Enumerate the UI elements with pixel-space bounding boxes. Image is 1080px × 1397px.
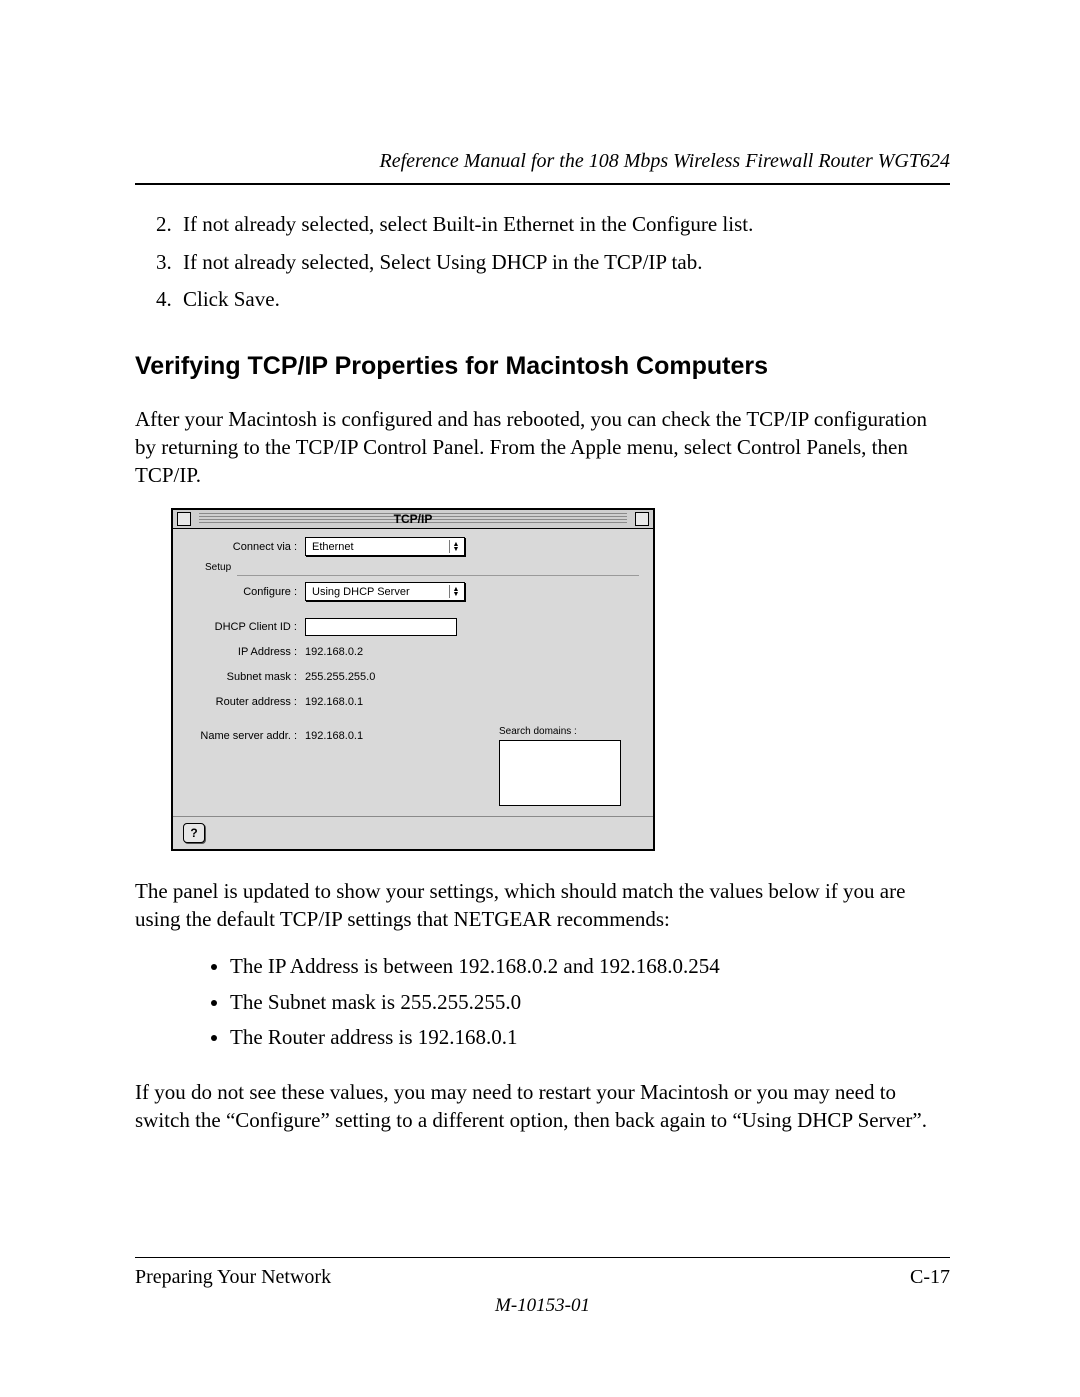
row-router-address: Router address : 192.168.0.1 (187, 692, 639, 712)
step-item: If not already selected, Select Using DH… (177, 247, 950, 279)
close-icon[interactable] (177, 512, 191, 526)
connect-via-select[interactable]: Ethernet ▲▼ (305, 537, 465, 556)
row-connect-via: Connect via : Ethernet ▲▼ (187, 537, 639, 557)
page-footer: Preparing Your Network C-17 M-10153-01 (135, 1257, 950, 1317)
configure-select[interactable]: Using DHCP Server ▲▼ (305, 582, 465, 601)
running-header: Reference Manual for the 108 Mbps Wirele… (135, 150, 950, 179)
titlebar-stripes (199, 513, 627, 525)
header-rule (135, 183, 950, 185)
step-list: If not already selected, select Built-in… (135, 209, 950, 316)
label-dhcp-client-id: DHCP Client ID : (187, 621, 305, 633)
setup-group-line (237, 575, 639, 576)
section-heading: Verifying TCP/IP Properties for Macintos… (135, 352, 950, 381)
configure-value: Using DHCP Server (312, 586, 410, 598)
setup-group-label: Setup (205, 562, 639, 573)
row-subnet-mask: Subnet mask : 255.255.255.0 (187, 667, 639, 687)
label-search-domains: Search domains : (499, 726, 639, 737)
value-router-address: 192.168.0.1 (305, 696, 363, 708)
tcpip-body: Connect via : Ethernet ▲▼ Setup Configur… (173, 529, 653, 816)
footer-page-number: C-17 (910, 1266, 950, 1289)
footer-section-name: Preparing Your Network (135, 1266, 331, 1289)
tcpip-footer: ? (173, 816, 653, 849)
tcpip-control-panel: TCP/IP Connect via : Ethernet ▲▼ Setup C… (171, 508, 655, 851)
value-name-server: 192.168.0.1 (305, 730, 363, 742)
row-dhcp-client-id: DHCP Client ID : (187, 617, 639, 637)
label-name-server: Name server addr. : (187, 730, 305, 742)
help-icon: ? (190, 826, 197, 840)
row-configure: Configure : Using DHCP Server ▲▼ (187, 582, 639, 602)
tcpip-lower-section: Name server addr. : 192.168.0.1 Search d… (187, 726, 639, 806)
footer-doc-number: M-10153-01 (135, 1295, 950, 1317)
label-configure: Configure : (187, 586, 305, 598)
row-name-server: Name server addr. : 192.168.0.1 (187, 726, 499, 746)
help-button[interactable]: ? (183, 823, 205, 843)
value-subnet-mask: 255.255.255.0 (305, 671, 375, 683)
document-page: Reference Manual for the 108 Mbps Wirele… (0, 0, 1080, 1397)
body-paragraph: The panel is updated to show your settin… (135, 877, 950, 934)
chevron-updown-icon: ▲▼ (449, 585, 462, 598)
label-ip-address: IP Address : (187, 646, 305, 658)
connect-via-value: Ethernet (312, 541, 354, 553)
label-router-address: Router address : (187, 696, 305, 708)
body-paragraph: If you do not see these values, you may … (135, 1078, 950, 1135)
zoom-icon[interactable] (635, 512, 649, 526)
tcpip-titlebar[interactable]: TCP/IP (173, 510, 653, 529)
row-ip-address: IP Address : 192.168.0.2 (187, 642, 639, 662)
step-item: Click Save. (177, 284, 950, 316)
label-connect-via: Connect via : (187, 541, 305, 553)
footer-rule (135, 1257, 950, 1258)
bullet-list: The IP Address is between 192.168.0.2 an… (135, 951, 950, 1054)
body-paragraph: After your Macintosh is configured and h… (135, 405, 950, 490)
search-domains-input[interactable] (499, 740, 621, 806)
bullet-item: The IP Address is between 192.168.0.2 an… (230, 951, 950, 983)
step-item: If not already selected, select Built-in… (177, 209, 950, 241)
label-subnet-mask: Subnet mask : (187, 671, 305, 683)
value-ip-address: 192.168.0.2 (305, 646, 363, 658)
dhcp-client-id-input[interactable] (305, 618, 457, 636)
chevron-updown-icon: ▲▼ (449, 540, 462, 553)
bullet-item: The Router address is 192.168.0.1 (230, 1022, 950, 1054)
bullet-item: The Subnet mask is 255.255.255.0 (230, 987, 950, 1019)
